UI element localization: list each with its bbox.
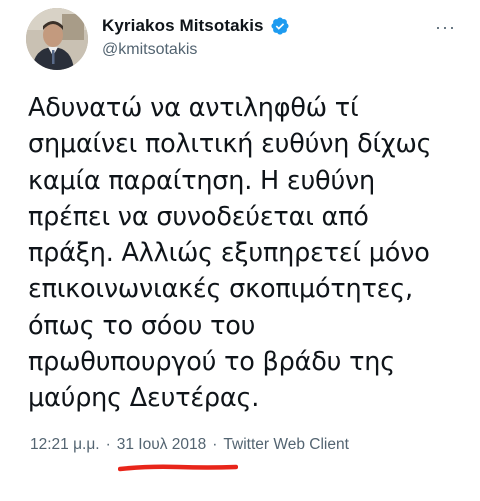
avatar[interactable] bbox=[26, 8, 88, 70]
meta-separator: · bbox=[212, 436, 218, 453]
tweet-time[interactable]: 12:21 μ.μ. bbox=[30, 436, 100, 454]
display-name-row: Kyriakos Mitsotakis bbox=[102, 16, 290, 36]
tweet-card: Kyriakos Mitsotakis @kmitsotakis ··· Αδυ… bbox=[0, 0, 480, 501]
verified-badge-icon bbox=[270, 16, 290, 36]
tweet-text: Αδυνατώ να αντιληφθώ τί σημαίνει πολιτικ… bbox=[28, 93, 432, 414]
tweet-metadata: 12:21 μ.μ. · 31 Ιουλ 2018 · Twitter Web … bbox=[30, 436, 349, 454]
meta-separator: · bbox=[105, 436, 111, 453]
red-underline-annotation bbox=[118, 464, 238, 472]
display-name[interactable]: Kyriakos Mitsotakis bbox=[102, 16, 264, 36]
tweet-header: Kyriakos Mitsotakis @kmitsotakis ··· bbox=[26, 8, 466, 72]
user-handle[interactable]: @kmitsotakis bbox=[102, 41, 290, 59]
tweet-date[interactable]: 31 Ιουλ 2018 bbox=[117, 436, 207, 454]
more-options-icon[interactable]: ··· bbox=[435, 18, 456, 36]
tweet-client[interactable]: Twitter Web Client bbox=[223, 436, 348, 454]
avatar-photo bbox=[26, 8, 88, 70]
user-names: Kyriakos Mitsotakis @kmitsotakis bbox=[102, 16, 290, 59]
